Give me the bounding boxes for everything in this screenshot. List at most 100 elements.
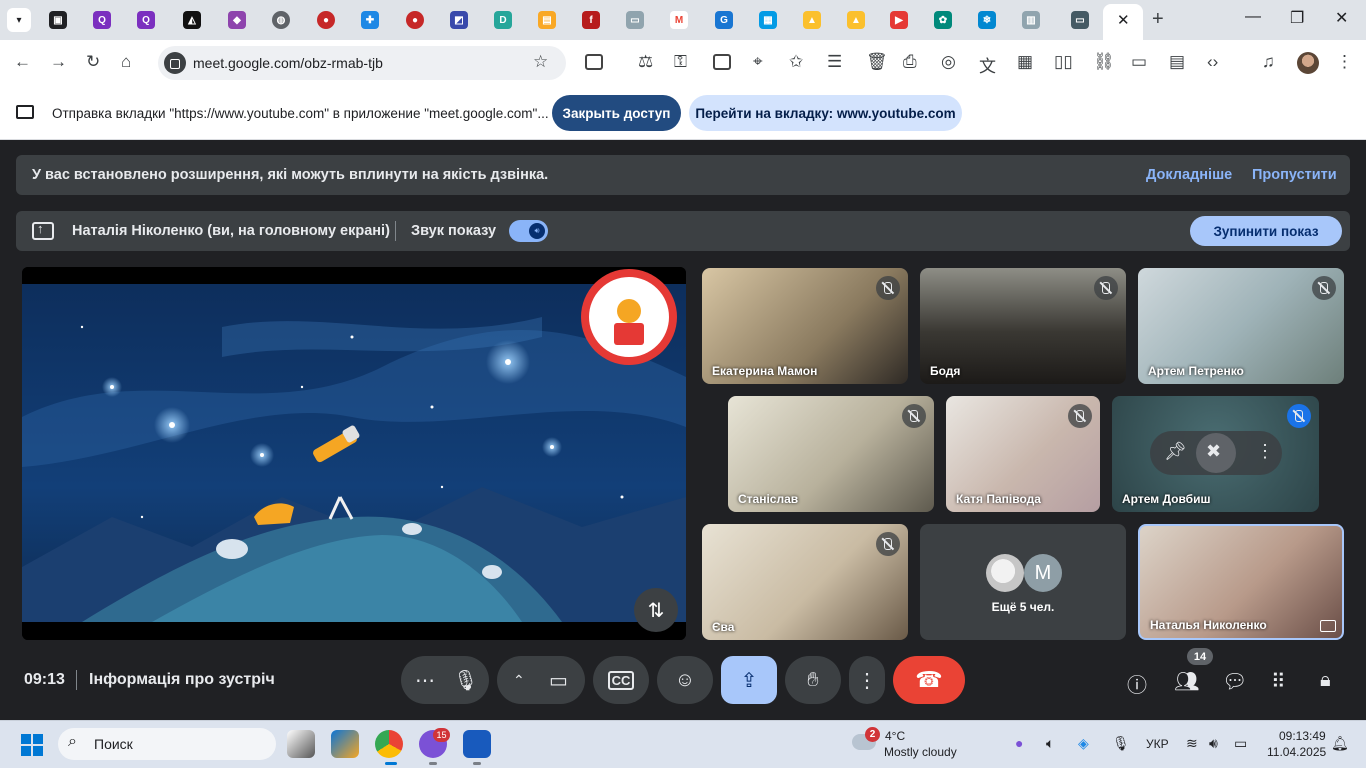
learn-more-link[interactable]: Докладніше xyxy=(1146,167,1232,183)
tab-favicon[interactable]: ◍ xyxy=(272,11,290,29)
home-icon[interactable]: ⌂ xyxy=(121,52,131,72)
cast-icon[interactable]: ▭ xyxy=(1131,52,1147,72)
notifications-bell-icon[interactable]: 🔔︎ xyxy=(1331,735,1349,752)
tab-favicon[interactable]: ✿ xyxy=(934,11,952,29)
tab-favicon[interactable]: Q xyxy=(137,11,155,29)
back-icon[interactable]: ← xyxy=(14,52,31,72)
screenshot-icon[interactable]: ◎ xyxy=(941,52,956,72)
more-options-icon[interactable]: ⋮ xyxy=(1256,441,1274,462)
reading-list-icon[interactable]: ☰ xyxy=(827,52,842,72)
viber-tray-icon[interactable]: ● xyxy=(1015,735,1023,751)
translate-icon[interactable]: ⚖ xyxy=(638,52,653,72)
task-view-icon[interactable] xyxy=(287,730,315,758)
participant-tile[interactable]: 📌︎ ✖ ⋮ Артем Довбиш xyxy=(1112,396,1319,512)
present-button[interactable]: ⇪ xyxy=(721,656,777,704)
chat-icon[interactable]: 💬︎ xyxy=(1222,669,1247,694)
store-icon[interactable] xyxy=(331,730,359,758)
minimize-icon[interactable]: — xyxy=(1245,8,1261,26)
microphone-icon[interactable]: 🎙︎ xyxy=(453,668,478,693)
people-icon[interactable]: 👥︎ xyxy=(1174,669,1199,694)
reload-icon[interactable]: ↻ xyxy=(86,52,100,72)
clock-time[interactable]: 09:13:49 xyxy=(1279,729,1326,743)
picture-in-picture-icon[interactable] xyxy=(1320,620,1336,632)
delete-icon[interactable]: 🗑︎ xyxy=(866,52,888,72)
print-icon[interactable]: ⎙ xyxy=(903,52,917,72)
table-icon[interactable]: ▤ xyxy=(1169,52,1185,72)
stop-presenting-button[interactable]: Зупинити показ xyxy=(1190,216,1342,246)
tab-favicon[interactable]: f xyxy=(582,11,600,29)
tab-favicon[interactable]: ◆ xyxy=(228,11,246,29)
tab-favicon[interactable]: ● xyxy=(317,11,335,29)
participant-tile[interactable]: Станіслав xyxy=(728,396,934,512)
favorites-icon[interactable]: ✩ xyxy=(789,52,803,72)
volume-icon[interactable]: 🔊︎ xyxy=(1209,735,1218,752)
skip-link[interactable]: Пропустити xyxy=(1252,167,1337,183)
card-icon[interactable] xyxy=(713,54,731,70)
weather-description[interactable]: Mostly cloudy xyxy=(884,745,957,759)
tab-favicon[interactable]: D xyxy=(494,11,512,29)
tab-favicon[interactable]: ◭ xyxy=(183,11,201,29)
close-window-icon[interactable]: ✕ xyxy=(1335,8,1348,28)
share-sound-toggle[interactable]: 🔊︎ xyxy=(509,220,548,242)
key-icon[interactable]: ⚿ xyxy=(674,52,687,72)
reactions-button[interactable]: ☺ xyxy=(657,656,713,704)
tab-favicon[interactable]: G xyxy=(715,11,733,29)
participant-tile[interactable]: Бодя xyxy=(920,268,1126,384)
defender-icon[interactable]: ◈ xyxy=(1078,735,1089,752)
activities-icon[interactable]: ⠿ xyxy=(1271,669,1286,694)
participant-tile[interactable]: Екатерина Мамон xyxy=(702,268,908,384)
start-icon[interactable] xyxy=(21,734,43,756)
tab-favicon[interactable]: ▲ xyxy=(847,11,865,29)
goto-tab-button[interactable]: Перейти на вкладку: www.youtube.com xyxy=(689,95,962,131)
captions-button[interactable]: CC xyxy=(593,656,649,704)
gmail-icon[interactable]: M xyxy=(670,11,688,29)
url-text[interactable]: meet.google.com/obz-rmab-tjb xyxy=(193,55,383,71)
raise-hand-button[interactable]: ✋︎ xyxy=(785,656,841,704)
extensions-icon[interactable] xyxy=(585,54,603,70)
participant-tile[interactable]: Артем Петренко xyxy=(1138,268,1344,384)
more-participants-tile[interactable]: M Ещё 5 чел. xyxy=(920,524,1126,640)
temperature[interactable]: 4°C xyxy=(885,729,905,743)
media-controls-icon[interactable]: ♫ xyxy=(1262,52,1275,72)
participant-tile[interactable]: Катя Папівода xyxy=(946,396,1100,512)
tab-favicon[interactable]: ● xyxy=(406,11,424,29)
self-view-tile[interactable]: Наталья Николенко xyxy=(1138,524,1344,640)
link-icon[interactable]: ⛓ xyxy=(1093,52,1115,72)
swap-layout-icon[interactable]: ⇅ xyxy=(634,588,678,632)
wifi-icon[interactable]: ≋ xyxy=(1186,735,1198,752)
presentation-stage[interactable] xyxy=(22,267,686,640)
active-tab[interactable]: ✕ xyxy=(1103,4,1143,40)
close-tab-icon[interactable]: ✕ xyxy=(1117,11,1130,29)
tab-favicon[interactable]: ▦ xyxy=(759,11,777,29)
taskbar-search[interactable]: ⌕ Поиск xyxy=(58,728,276,760)
word-icon[interactable] xyxy=(463,730,491,758)
meeting-details-icon[interactable]: ⓘ xyxy=(1127,669,1147,698)
tab-favicon[interactable]: ◩ xyxy=(450,11,468,29)
clock-date[interactable]: 11.04.2025 xyxy=(1267,745,1326,759)
video-settings-icon[interactable]: ⌃ xyxy=(513,672,525,689)
tab-favicon[interactable]: ▲ xyxy=(803,11,821,29)
tab-favicon[interactable]: Q xyxy=(93,11,111,29)
tab-favicon[interactable]: ▭ xyxy=(626,11,644,29)
pin-icon[interactable]: 📌︎ xyxy=(1164,441,1187,462)
youtube-icon[interactable]: ▶ xyxy=(890,11,908,29)
participant-tile[interactable]: Єва xyxy=(702,524,908,640)
bookmark-star-icon[interactable]: ☆ xyxy=(533,52,548,72)
browser-menu-icon[interactable]: ⋮ xyxy=(1336,52,1353,72)
translate-page-icon[interactable]: 文 xyxy=(979,52,996,77)
profile-avatar[interactable] xyxy=(1297,52,1319,74)
meeting-info-link[interactable]: Інформація про зустріч xyxy=(89,671,275,689)
maximize-icon[interactable]: ❐ xyxy=(1290,8,1304,28)
more-options-button[interactable]: ⋮ xyxy=(849,656,885,704)
battery-icon[interactable]: ▭ xyxy=(1234,735,1247,752)
qr-code-icon[interactable]: ▦ xyxy=(1017,52,1033,72)
new-tab-button[interactable]: + xyxy=(1152,8,1164,31)
audio-settings-icon[interactable]: ⋯ xyxy=(415,668,435,693)
reading-mode-icon[interactable]: ▯▯ xyxy=(1054,52,1073,72)
speaker-icon[interactable]: 🔈︎ xyxy=(1046,735,1054,752)
microphone-tray-icon[interactable]: 🎙︎ xyxy=(1112,735,1130,752)
host-controls-icon[interactable]: 🔒︎ xyxy=(1320,669,1331,692)
location-icon[interactable]: ⌖ xyxy=(753,52,763,72)
tab-favicon[interactable]: ✚ xyxy=(361,11,379,29)
tab-favicon[interactable]: ▭ xyxy=(1071,11,1089,29)
